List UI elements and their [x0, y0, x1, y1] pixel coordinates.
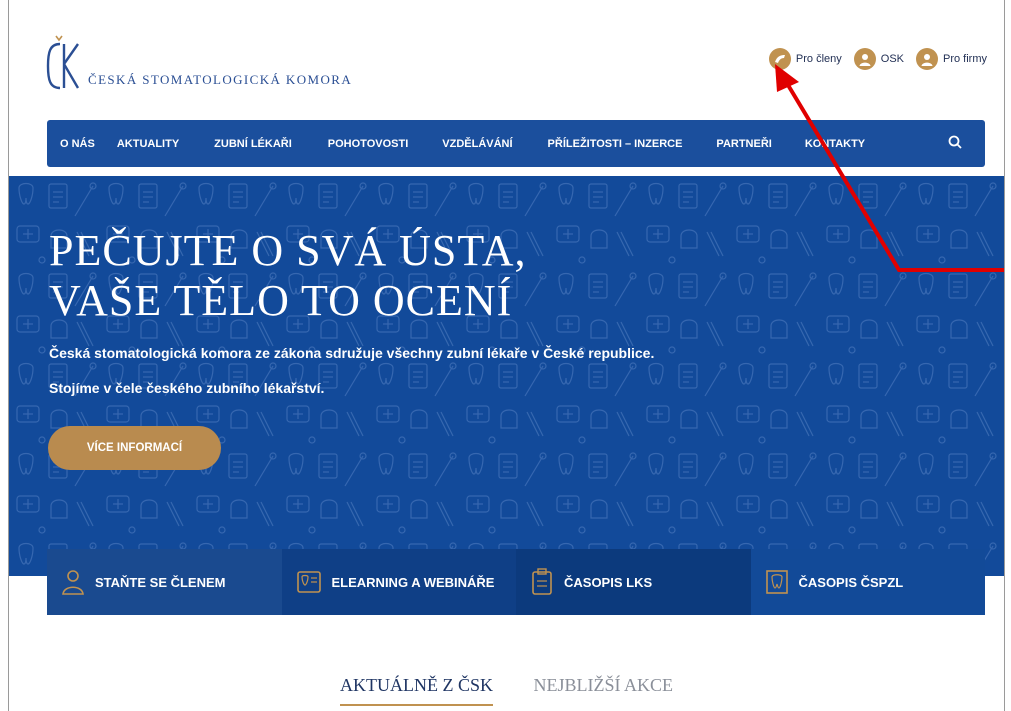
tile-casopis-lks[interactable]: ČASOPIS LKS: [516, 549, 751, 615]
search-icon[interactable]: [947, 134, 965, 152]
browser-page: ČESKÁ STOMATOLOGICKÁ KOMORA Pro členy OS…: [8, 0, 1005, 711]
toplink-label: Pro členy: [795, 53, 842, 65]
hero-subtitle-2: Stojíme v čele českého zubního lékařství…: [49, 380, 325, 396]
toplink-pro-firmy[interactable]: Pro firmy: [916, 48, 987, 70]
nav-item-zubni-lekari[interactable]: ZUBNÍ LÉKAŘI: [214, 138, 292, 150]
tile-become-member[interactable]: STAŇTE SE ČLENEM: [47, 549, 282, 615]
nav-item-partneri[interactable]: PARTNEŘI: [716, 138, 771, 150]
tile-label: ČASOPIS LKS: [564, 574, 653, 590]
site-logo[interactable]: ČESKÁ STOMATOLOGICKÁ KOMORA: [46, 34, 352, 90]
csk-logo-icon: [46, 35, 80, 90]
nav-item-aktuality[interactable]: AKTUALITY: [117, 138, 179, 150]
tile-elearning[interactable]: ELEARNING A WEBINÁŘE: [281, 549, 516, 615]
toplink-label: OSK: [880, 53, 904, 65]
toplink-osk[interactable]: OSK: [853, 48, 904, 70]
hero-section: PEČUJTE O SVÁ ÚSTA, VAŠE TĚLO TO OCENÍ Č…: [9, 176, 1004, 576]
clipboard-icon: [532, 568, 552, 595]
tile-label: ČASOPIS ČSPZL: [798, 574, 904, 590]
elearning-icon: [296, 571, 321, 593]
top-links: Pro členy OSK Pro firmy: [768, 48, 987, 70]
hero-subtitle-1: Česká stomatologická komora ze zákona sd…: [49, 345, 655, 361]
nav-item-vzdelavani[interactable]: VZDĚLÁVÁNÍ: [442, 138, 512, 150]
hero-title-line-1: PEČUJTE O SVÁ ÚSTA,: [49, 226, 527, 275]
nav-item-o-nas[interactable]: O NÁS: [60, 138, 95, 150]
tooth-frame-icon: [765, 570, 788, 594]
main-nav: O NÁS AKTUALITY ZUBNÍ LÉKAŘI POHOTOVOSTI…: [47, 120, 985, 167]
hero-title-line-2: VAŠE TĚLO TO OCENÍ: [49, 276, 513, 325]
tile-casopis-cspzl[interactable]: ČASOPIS ČSPZL: [750, 549, 985, 615]
brand-name: ČESKÁ STOMATOLOGICKÁ KOMORA: [88, 72, 353, 87]
news-tabs: AKTUÁLNĚ Z ČSK NEJBLIŽŠÍ AKCE: [9, 675, 1004, 706]
tile-label: STAŇTE SE ČLENEM: [95, 574, 226, 590]
user-icon: [916, 48, 938, 70]
nav-item-pohotovosti[interactable]: POHOTOVOSTI: [328, 138, 408, 150]
tab-aktualne[interactable]: AKTUÁLNĚ Z ČSK: [340, 675, 493, 706]
user-icon: [853, 48, 876, 70]
tile-label: ELEARNING A WEBINÁŘE: [331, 574, 495, 590]
nav-item-kontakty[interactable]: KONTAKTY: [805, 138, 865, 150]
hero-title: PEČUJTE O SVÁ ÚSTA, VAŠE TĚLO TO OCENÍ: [49, 226, 527, 326]
more-info-button[interactable]: VÍCE INFORMACÍ: [48, 426, 221, 470]
nav-item-prilezitosti[interactable]: PŘÍLEŽITOSTI – INZERCE: [548, 138, 683, 150]
tab-nejblizsi-akce[interactable]: NEJBLIŽŠÍ AKCE: [534, 675, 674, 704]
toplink-pro-cleny[interactable]: Pro členy: [768, 48, 842, 70]
tooth-drill-icon: [768, 48, 791, 70]
toplink-label: Pro firmy: [943, 53, 987, 65]
member-icon: [62, 570, 84, 595]
feature-tiles: STAŇTE SE ČLENEM ELEARNING A WEBINÁŘE ČA…: [47, 549, 985, 615]
